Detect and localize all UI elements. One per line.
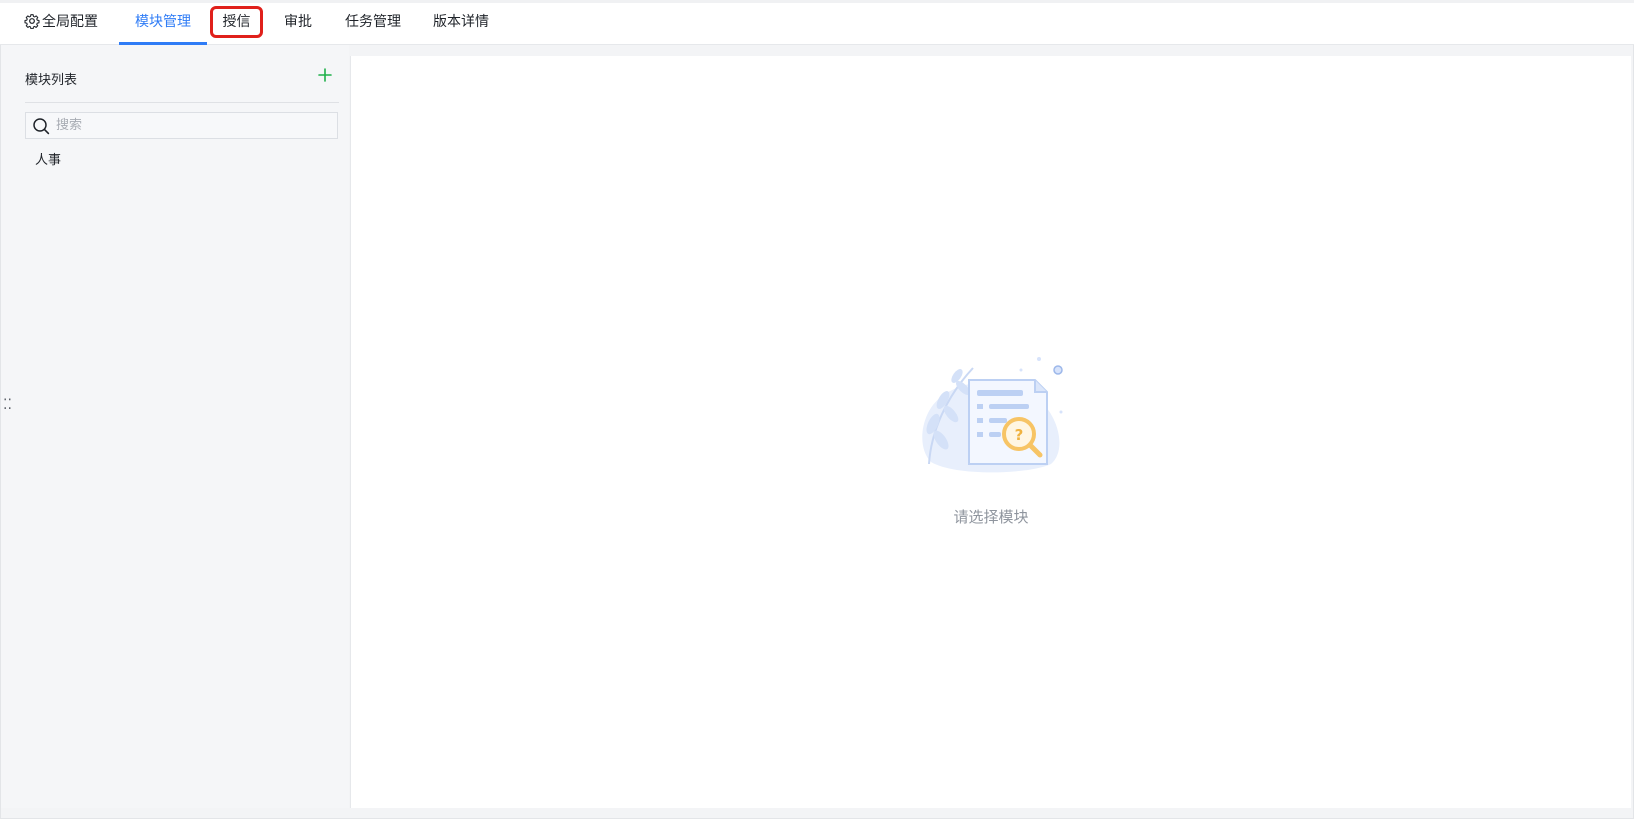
- panel-divider: [25, 102, 339, 103]
- document-search-illustration: ?: [922, 357, 1063, 473]
- search-input[interactable]: [56, 114, 332, 137]
- list-item[interactable]: 人事: [35, 149, 61, 168]
- tab-approval-label: 审批: [284, 14, 312, 30]
- panel-title: 模块列表: [25, 73, 78, 88]
- tab-approval[interactable]: 审批: [284, 0, 312, 45]
- tab-task-management-label: 任务管理: [345, 14, 401, 30]
- module-list-panel: 模块列表 人事: [1, 45, 349, 808]
- plus-icon[interactable]: [316, 66, 334, 84]
- search-icon: [33, 118, 50, 135]
- tab-module-management[interactable]: 模块管理: [119, 0, 207, 45]
- tab-version-details-label: 版本详情: [433, 14, 489, 30]
- drag-handle-icon[interactable]: ⁚⁚: [3, 398, 12, 412]
- tab-module-management-label: 模块管理: [135, 14, 191, 30]
- global-config-button[interactable]: 全局配置: [24, 0, 98, 45]
- global-config-label: 全局配置: [42, 14, 98, 30]
- tab-version-details[interactable]: 版本详情: [433, 0, 489, 45]
- tab-credit[interactable]: 授信: [210, 0, 263, 45]
- tab-task-management[interactable]: 任务管理: [345, 0, 401, 45]
- main-content: ? 请选择模块: [350, 56, 1631, 808]
- svg-text:?: ?: [1015, 426, 1024, 444]
- search-box[interactable]: [25, 112, 338, 139]
- tab-credit-label: 授信: [222, 14, 251, 30]
- empty-state-text: 请选择模块: [953, 508, 1029, 526]
- gear-icon: [24, 14, 40, 29]
- top-navigation: 全局配置 模块管理 授信 审批 任务管理 版本详情: [0, 0, 1634, 45]
